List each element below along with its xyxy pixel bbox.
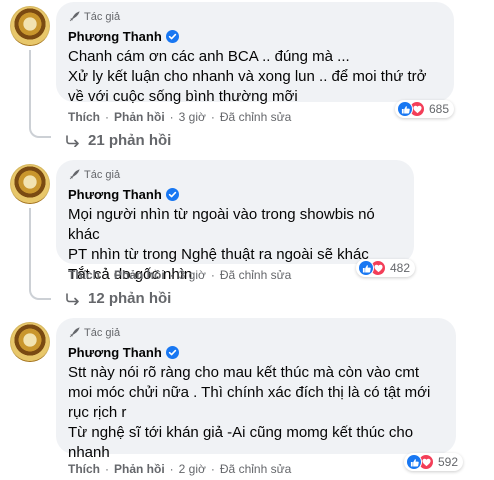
reply-connector bbox=[29, 286, 51, 300]
badge-label: Tác giả bbox=[84, 11, 121, 23]
verified-badge-icon bbox=[165, 187, 179, 201]
separator-dot: · bbox=[210, 268, 215, 282]
separator-dot: · bbox=[169, 268, 174, 282]
badge-label: Tác giả bbox=[84, 169, 121, 181]
comment-bubble: Tác giả Phương Thanh Mọi người nhìn từ n… bbox=[56, 160, 414, 283]
timestamp-link[interactable]: 2 giờ bbox=[179, 462, 206, 476]
author-avatar[interactable] bbox=[10, 6, 50, 46]
author-badge: Tác giả bbox=[68, 326, 444, 340]
replies-count-label: 12 phản hồi bbox=[88, 290, 172, 307]
comment-bubble: Tác giả Phương Thanh Stt này nói rõ ràng… bbox=[56, 318, 456, 461]
badge-label: Tác giả bbox=[84, 327, 121, 339]
author-badge: Tác giả bbox=[68, 10, 442, 24]
view-replies-button[interactable]: 21 phản hồi bbox=[66, 132, 171, 149]
view-replies-button[interactable]: 12 phản hồi bbox=[66, 290, 171, 307]
separator-dot: · bbox=[105, 110, 109, 124]
separator-dot: · bbox=[105, 268, 109, 282]
edited-label: Đã chỉnh sửa bbox=[219, 110, 292, 124]
reply-button[interactable]: Phản hồi bbox=[114, 462, 165, 476]
quill-icon bbox=[69, 11, 80, 22]
quill-icon bbox=[69, 169, 80, 180]
quill-icon bbox=[69, 327, 80, 338]
comment-text: Chanh cám ơn các anh BCA .. đúng mà ... … bbox=[68, 48, 427, 105]
like-button[interactable]: Thích bbox=[68, 110, 100, 124]
verified-badge-icon bbox=[165, 29, 179, 43]
reaction-count: 685 bbox=[429, 102, 450, 116]
author-badge: Tác giả bbox=[68, 168, 402, 182]
replies-count-label: 21 phản hồi bbox=[88, 132, 172, 149]
separator-dot: · bbox=[169, 462, 174, 476]
author-avatar[interactable] bbox=[10, 164, 50, 204]
timestamp-link[interactable]: 3 giờ bbox=[179, 268, 206, 282]
reaction-count: 482 bbox=[390, 261, 411, 275]
like-reaction-icon bbox=[406, 454, 422, 470]
reaction-summary[interactable]: 685 bbox=[395, 100, 455, 118]
comment-actions: Thích · Phản hồi · 2 giờ · Đã chỉnh sửa bbox=[68, 462, 291, 476]
like-button[interactable]: Thích bbox=[68, 268, 100, 282]
edited-label: Đã chỉnh sửa bbox=[219, 462, 292, 476]
separator-dot: · bbox=[169, 110, 174, 124]
comment-text: Stt này nói rõ ràng cho mau kết thúc mà … bbox=[68, 364, 431, 461]
separator-dot: · bbox=[105, 462, 109, 476]
like-reaction-icon bbox=[397, 101, 413, 117]
separator-dot: · bbox=[210, 462, 215, 476]
comment-bubble: Tác giả Phương Thanh Chanh cám ơn các an… bbox=[56, 2, 454, 105]
like-button[interactable]: Thích bbox=[68, 462, 100, 476]
edited-label: Đã chỉnh sửa bbox=[219, 268, 292, 282]
separator-dot: · bbox=[210, 110, 215, 124]
reaction-count: 592 bbox=[438, 455, 459, 469]
reply-arrow-icon bbox=[66, 292, 79, 305]
verified-badge-icon bbox=[165, 345, 179, 359]
author-name[interactable]: Phương Thanh bbox=[68, 345, 162, 360]
like-reaction-icon bbox=[358, 260, 374, 276]
reaction-summary[interactable]: 482 bbox=[356, 259, 416, 277]
thread-line bbox=[29, 50, 31, 126]
thread-line bbox=[29, 208, 31, 288]
comment-actions: Thích · Phản hồi · 3 giờ · Đã chỉnh sửa bbox=[68, 268, 291, 282]
reply-button[interactable]: Phản hồi bbox=[114, 268, 165, 282]
reaction-summary[interactable]: 592 bbox=[404, 453, 464, 471]
reply-connector bbox=[29, 124, 51, 138]
reply-button[interactable]: Phản hồi bbox=[114, 110, 165, 124]
reply-arrow-icon bbox=[66, 134, 79, 147]
author-name[interactable]: Phương Thanh bbox=[68, 187, 162, 202]
author-name[interactable]: Phương Thanh bbox=[68, 29, 162, 44]
comment-actions: Thích · Phản hồi · 3 giờ · Đã chỉnh sửa bbox=[68, 110, 291, 124]
timestamp-link[interactable]: 3 giờ bbox=[179, 110, 206, 124]
author-avatar[interactable] bbox=[10, 322, 50, 362]
